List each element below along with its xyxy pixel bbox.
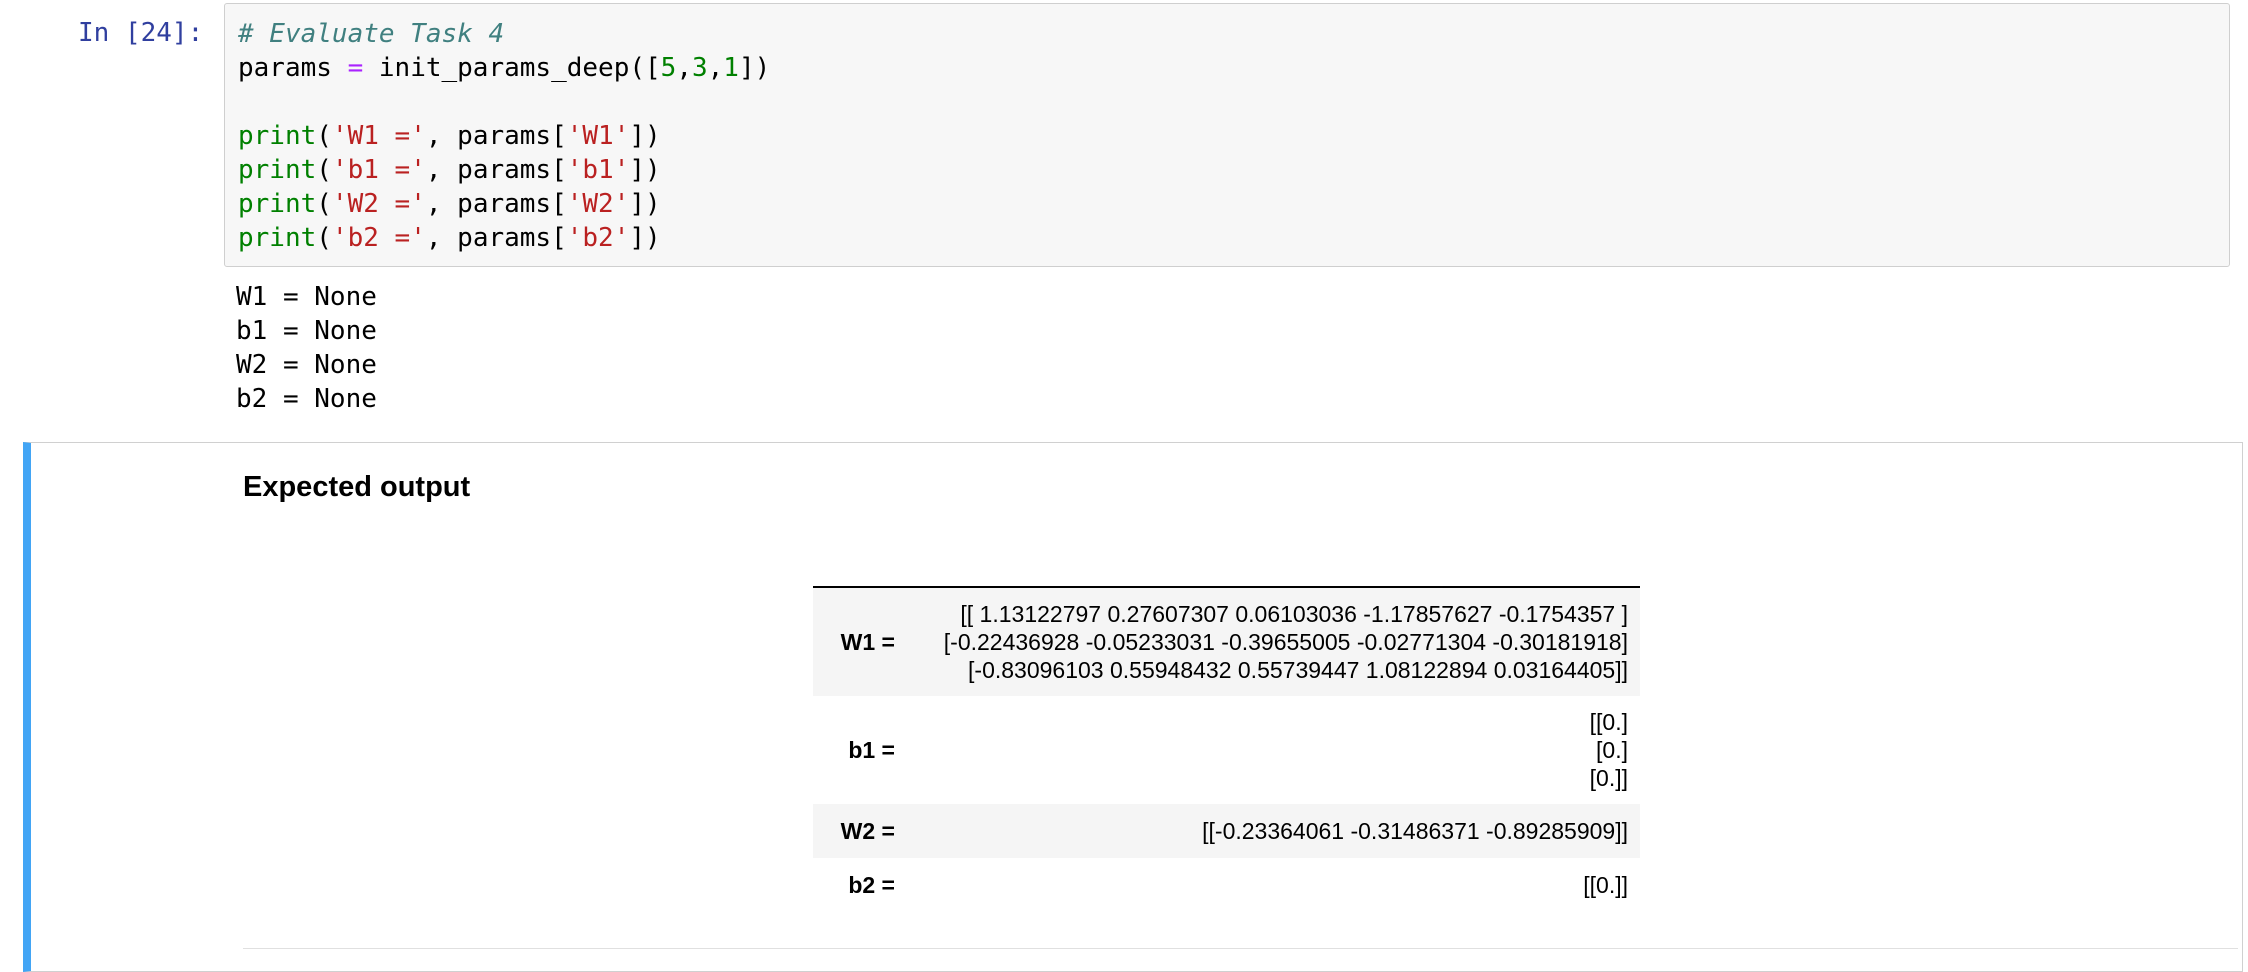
code-string: 'W2 =': [331, 189, 426, 219]
code-func-call: init_params_deep([: [378, 53, 661, 83]
output-line: W2 = None: [236, 350, 377, 380]
code-editor[interactable]: # Evaluate Task 4 params = init_params_de…: [238, 17, 770, 255]
param-value: [[-0.23364061 -0.31486371 -0.89285909]]: [907, 804, 1640, 858]
table-row: b1 = [[0.] [0.] [0.]]: [813, 696, 1640, 804]
code-text: ]): [629, 155, 661, 185]
code-line-comment: # Evaluate Task 4: [238, 17, 770, 51]
code-string: 'b1 =': [331, 155, 426, 185]
expected-output-heading: Expected output: [243, 471, 471, 503]
code-input-area[interactable]: # Evaluate Task 4 params = init_params_de…: [224, 3, 2230, 267]
code-string: 'W1 =': [331, 121, 426, 151]
param-key: b1 =: [848, 736, 895, 763]
param-value: [[0.] [0.] [0.]]: [907, 696, 1640, 804]
code-text: ]): [629, 121, 661, 151]
code-number: 1: [723, 53, 739, 83]
param-value: [[0.]]: [907, 858, 1640, 912]
code-number: 3: [691, 53, 708, 83]
code-line-init: params = init_params_deep([5,3,1]): [238, 53, 771, 83]
param-key: W1 =: [813, 587, 907, 696]
code-text: , params[: [425, 189, 567, 219]
value-line: [[0.]: [1589, 709, 1628, 735]
divider: [243, 948, 2238, 949]
param-key: W2 =: [813, 804, 907, 858]
code-print-fn: print: [238, 223, 317, 253]
code-var: params: [238, 53, 332, 83]
code-close: ]): [738, 53, 771, 83]
table-row: b2 = [[0.]]: [813, 858, 1640, 912]
param-key: b2 =: [848, 871, 895, 898]
code-print-fn: print: [238, 155, 317, 185]
output-line: b2 = None: [236, 384, 377, 414]
value-line: [[-0.23364061 -0.31486371 -0.89285909]]: [1202, 818, 1628, 844]
code-comment: # Evaluate Task 4: [238, 19, 505, 49]
expected-output-table: W1 = [[ 1.13122797 0.27607307 0.06103036…: [813, 586, 1640, 912]
code-text: , params[: [425, 121, 567, 151]
code-line-print: print('W1 =', params['W1']): [238, 121, 661, 151]
table-row: W2 = [[-0.23364061 -0.31486371 -0.892859…: [813, 804, 1640, 858]
code-print-fn: print: [238, 121, 317, 151]
code-text: ]): [629, 189, 661, 219]
code-operator: =: [347, 53, 364, 83]
code-string: 'W1': [566, 121, 630, 151]
cell-prompt: In [24]:: [78, 18, 204, 48]
cell-output: W1 = None b1 = None W2 = None b2 = None: [236, 280, 377, 416]
code-text: ]): [629, 223, 661, 253]
markdown-cell-selected[interactable]: Expected output W1 = [[ 1.13122797 0.276…: [23, 442, 2243, 972]
output-line: W1 = None: [236, 282, 377, 312]
value-line: [-0.22436928 -0.05233031 -0.39655005 -0.…: [943, 629, 1628, 655]
value-line: [0.]: [1596, 737, 1628, 763]
value-line: [[ 1.13122797 0.27607307 0.06103036 -1.1…: [960, 601, 1628, 627]
code-string: 'b2 =': [331, 223, 426, 253]
code-line-print: print('b1 =', params['b1']): [238, 155, 661, 185]
code-text: , params[: [425, 155, 567, 185]
code-line-print: print('b2 =', params['b2']): [238, 223, 661, 253]
code-string: 'b1': [566, 155, 630, 185]
code-text: , params[: [425, 223, 567, 253]
code-cell[interactable]: In [24]: # Evaluate Task 4 params = init_…: [0, 0, 2248, 430]
code-string: 'b2': [566, 223, 630, 253]
code-line-print: print('W2 =', params['W2']): [238, 189, 661, 219]
param-value: [[ 1.13122797 0.27607307 0.06103036 -1.1…: [907, 587, 1640, 696]
output-line: b1 = None: [236, 316, 377, 346]
code-number: 5: [660, 53, 677, 83]
table-row: W1 = [[ 1.13122797 0.27607307 0.06103036…: [813, 587, 1640, 696]
value-line: [0.]]: [1589, 765, 1628, 791]
code-string: 'W2': [566, 189, 630, 219]
code-print-fn: print: [238, 189, 317, 219]
value-line: [[0.]]: [1583, 872, 1628, 898]
value-line: [-0.83096103 0.55948432 0.55739447 1.081…: [968, 657, 1628, 683]
